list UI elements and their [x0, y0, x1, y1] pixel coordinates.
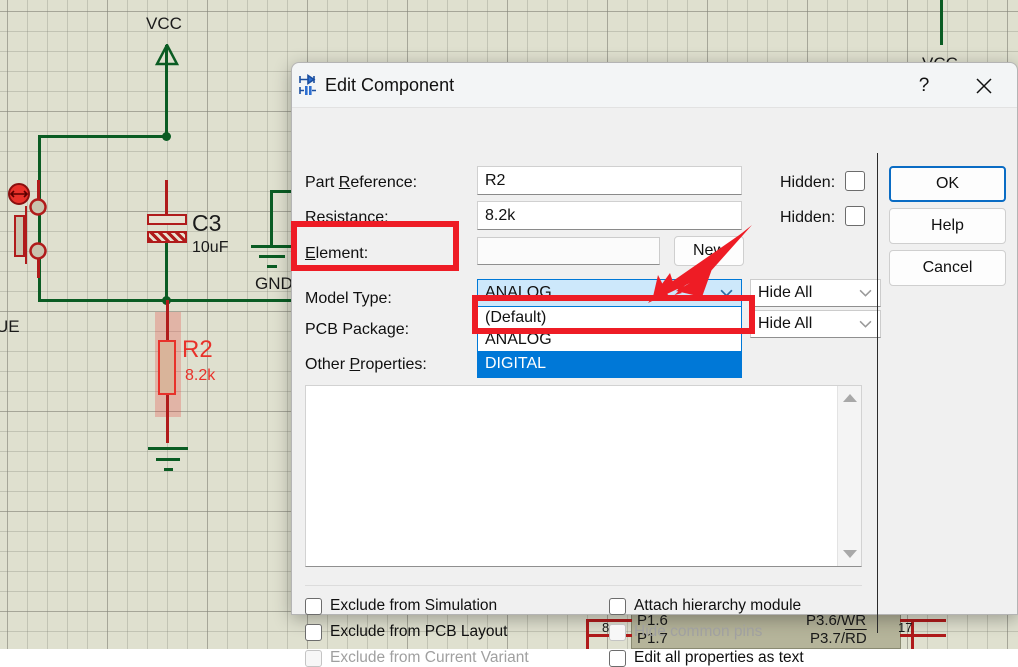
element-label: Element:: [305, 245, 368, 263]
label-c3-value: 10uF: [192, 239, 228, 257]
edit-all-properties-as-text-row[interactable]: Edit all properties as text: [609, 649, 804, 667]
hide-common-pins-label: Hide common pins: [634, 623, 762, 641]
gnd-bar-3: [267, 265, 277, 268]
c3-lead-bottom: [165, 243, 168, 301]
exclude-from-pcb-layout-label: Exclude from PCB Layout: [330, 623, 507, 641]
resistance-label: Resistance:: [305, 209, 389, 227]
new-element-button[interactable]: New: [674, 236, 744, 266]
scroll-up-icon[interactable]: [843, 394, 857, 402]
gnd-bar-1: [251, 245, 293, 248]
element-combo[interactable]: [477, 237, 660, 265]
ic-pin-number-right: 17: [898, 620, 912, 635]
wire-gnd-branch-h: [270, 190, 293, 193]
exclude-from-current-variant-label: Exclude from Current Variant: [330, 649, 529, 667]
vcc-terminal-icon: [155, 44, 179, 66]
junction-top: [162, 132, 171, 141]
dropdown-option-digital[interactable]: DIGITAL: [478, 351, 741, 377]
chevron-down-icon: [720, 287, 733, 300]
label-vcc-top: VCC: [146, 14, 182, 34]
r2-reference-label: R2: [182, 336, 213, 364]
dialog-titlebar[interactable]: Edit Component ?: [292, 63, 1017, 108]
vertical-divider: [877, 153, 878, 633]
titlebar-help-button[interactable]: ?: [901, 63, 947, 108]
edit-all-properties-as-text-checkbox[interactable]: [609, 650, 626, 667]
hide-common-pins-row: Hide common pins: [609, 623, 762, 641]
part-reference-label: Part Reference:: [305, 174, 417, 192]
c3-plate-bottom: [147, 231, 187, 243]
chevron-down-icon: [859, 318, 872, 331]
attach-hierarchy-module-label: Attach hierarchy module: [634, 597, 801, 615]
wire-top-horizontal: [38, 135, 168, 138]
part-reference-input[interactable]: R2: [477, 166, 742, 195]
horizontal-divider: [305, 585, 862, 586]
model-type-visibility-combo[interactable]: Hide All: [750, 279, 881, 307]
pot-lead-bottom: [37, 258, 40, 278]
exclude-from-simulation-checkbox[interactable]: [305, 598, 322, 615]
cancel-button[interactable]: Cancel: [889, 250, 1006, 286]
other-properties-scrollbar[interactable]: [837, 386, 861, 566]
model-type-visibility-value: Hide All: [758, 284, 812, 302]
chevron-down-icon: [859, 287, 872, 300]
pcb-package-visibility-combo[interactable]: Hide All: [750, 310, 881, 338]
dropdown-option-analog[interactable]: ANALOG: [478, 329, 741, 351]
resistance-hidden-label: Hidden:: [780, 209, 835, 227]
label-gnd: GND: [255, 274, 293, 294]
exclude-from-pcb-layout-checkbox[interactable]: [305, 624, 322, 641]
attach-hierarchy-module-row[interactable]: Attach hierarchy module: [609, 597, 801, 615]
model-type-value: ANALOG: [485, 284, 552, 302]
label-partial-left: UE: [0, 317, 20, 337]
exclude-from-pcb-layout-row[interactable]: Exclude from PCB Layout: [305, 623, 507, 641]
exclude-from-current-variant-checkbox: [305, 650, 322, 667]
pot-arrow-icon: [8, 183, 30, 205]
scroll-down-icon[interactable]: [843, 550, 857, 558]
wire-gnd-branch-v: [270, 190, 273, 247]
r2-gnd-bar-3: [164, 468, 173, 471]
close-icon: [974, 76, 994, 96]
other-properties-label: Other Properties:: [305, 356, 427, 374]
help-button[interactable]: Help: [889, 208, 1006, 244]
pcb-package-label: PCB Package:: [305, 321, 409, 339]
c3-lead-top: [165, 180, 168, 214]
r2-lead-top: [166, 300, 169, 340]
r2-body[interactable]: [158, 340, 176, 395]
pot-terminal-1: [29, 198, 47, 216]
pot-wiper: [25, 206, 27, 264]
resistance-input[interactable]: 8.2k: [477, 201, 742, 230]
dialog-title: Edit Component: [325, 75, 454, 96]
model-type-dropdown-list[interactable]: (Default) ANALOG DIGITAL: [477, 307, 742, 378]
component-icon: [297, 74, 319, 96]
exclude-from-simulation-row[interactable]: Exclude from Simulation: [305, 597, 497, 615]
r2-gnd-bar-1: [148, 447, 188, 450]
label-c3-ref: C3: [192, 210, 221, 237]
r2-gnd-bar-2: [156, 458, 180, 461]
part-reference-hidden-checkbox[interactable]: [845, 171, 865, 191]
ic-pin-label-p37rd: P3.7/RD: [810, 630, 867, 647]
edit-component-dialog[interactable]: Edit Component ? Part Reference: R2 Hidd…: [291, 62, 1018, 615]
dropdown-option-default[interactable]: (Default): [478, 307, 741, 329]
r2-value-label: 8.2k: [185, 367, 215, 385]
part-reference-hidden-label: Hidden:: [780, 174, 835, 192]
gnd-bar-2: [259, 255, 285, 258]
ic-pin-left-edge: [586, 619, 589, 649]
pcb-package-visibility-value: Hide All: [758, 315, 812, 333]
edit-all-properties-as-text-label: Edit all properties as text: [634, 649, 804, 667]
exclude-from-simulation-label: Exclude from Simulation: [330, 597, 497, 615]
ok-button[interactable]: OK: [889, 166, 1006, 202]
pot-lead-top: [37, 180, 40, 200]
hide-common-pins-checkbox: [609, 624, 626, 641]
exclude-from-current-variant-row: Exclude from Current Variant: [305, 649, 529, 667]
wire-vcc-right: [940, 0, 943, 45]
pot-body: [14, 215, 25, 257]
attach-hierarchy-module-checkbox[interactable]: [609, 598, 626, 615]
r2-lead-bottom: [166, 395, 169, 443]
other-properties-textarea[interactable]: [305, 385, 862, 567]
c3-plate-top: [147, 214, 187, 225]
dialog-body: Part Reference: R2 Hidden: Resistance: 8…: [292, 108, 1017, 614]
resistance-hidden-checkbox[interactable]: [845, 206, 865, 226]
titlebar-close-button[interactable]: [961, 63, 1007, 108]
model-type-combo[interactable]: ANALOG: [477, 279, 742, 307]
model-type-label: Model Type:: [305, 290, 392, 308]
